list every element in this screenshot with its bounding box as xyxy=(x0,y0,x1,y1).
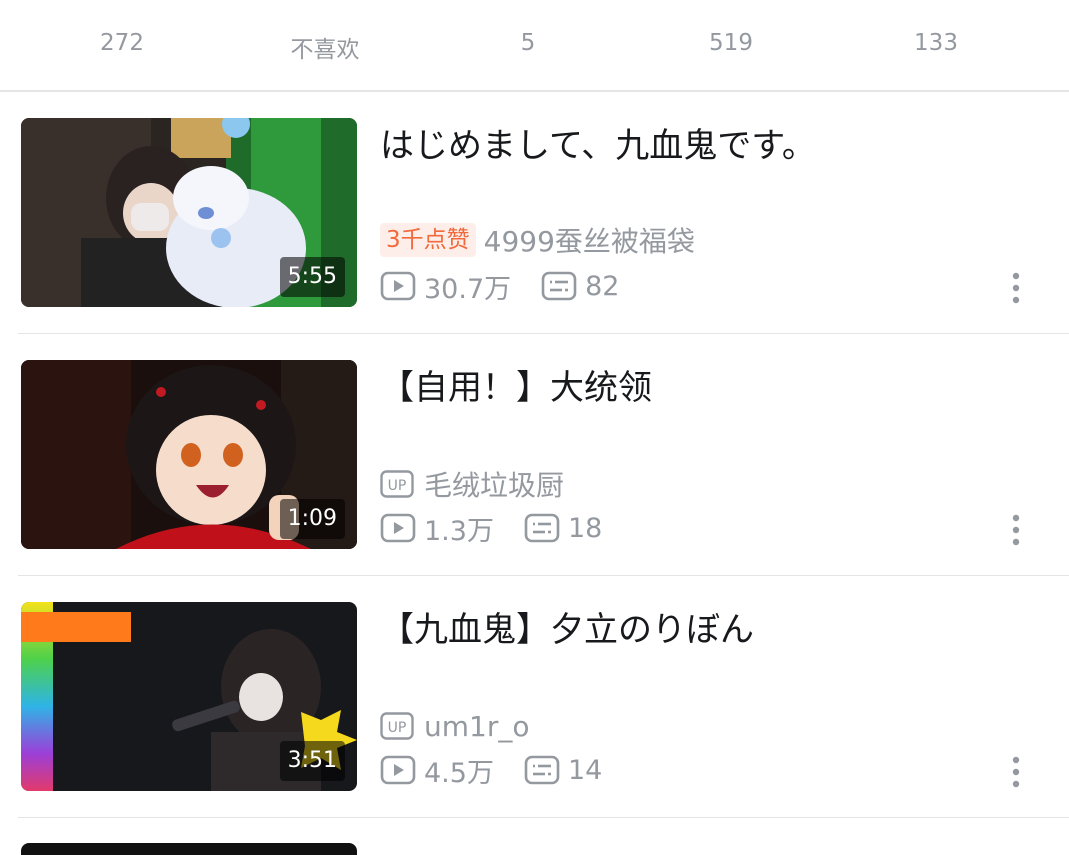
uploader-name[interactable]: 4999蚕丝被福袋 xyxy=(484,220,695,260)
favorite-button[interactable]: 519 xyxy=(651,0,811,92)
stats-row: 4.5万 14 xyxy=(380,752,632,789)
stats-row: 30.7万 82 xyxy=(380,268,649,305)
video-thumbnail[interactable]: 1:09 xyxy=(21,360,357,549)
video-thumbnail[interactable] xyxy=(21,843,357,855)
video-thumbnail[interactable]: 3:51 xyxy=(21,602,357,791)
danmaku-icon xyxy=(524,755,560,785)
video-title[interactable]: 【九血鬼】夕立のりぼん xyxy=(380,608,1020,652)
coin-button[interactable]: 5 xyxy=(448,0,608,92)
uploader-name[interactable]: 毛绒垃圾厨 xyxy=(424,464,564,504)
more-options-icon[interactable] xyxy=(1004,754,1028,790)
coin-count: 5 xyxy=(520,30,536,56)
up-badge-icon: UP xyxy=(380,470,414,498)
divider xyxy=(18,575,1069,576)
video-thumbnail[interactable]: 5:55 xyxy=(21,118,357,307)
video-card[interactable]: 5:55 はじめまして、九血鬼です。 3千点赞 4999蚕丝被福袋 30.7万 … xyxy=(0,118,1069,360)
danmaku-icon xyxy=(524,513,560,543)
more-options-icon[interactable] xyxy=(1004,270,1028,306)
video-title[interactable]: 【自用！】大统领 xyxy=(380,366,1020,410)
favorite-icon xyxy=(707,0,755,12)
video-title[interactable]: はじめまして、九血鬼です。 xyxy=(380,124,1020,168)
up-badge-label: UP xyxy=(388,478,407,494)
share-count: 133 xyxy=(914,30,958,56)
uploader-name[interactable]: um1r_o xyxy=(424,710,529,743)
danmaku-count: 82 xyxy=(585,270,620,302)
share-button[interactable]: 133 xyxy=(856,0,1016,92)
danmaku-count: 18 xyxy=(567,512,603,544)
play-count-icon xyxy=(380,513,416,543)
divider xyxy=(0,90,1069,92)
more-options-icon[interactable] xyxy=(1004,512,1028,548)
video-action-bar: 272 不喜欢 5 519 133 xyxy=(0,0,1069,92)
danmaku-count: 14 xyxy=(567,754,603,786)
play-count-icon xyxy=(380,271,416,301)
play-count-icon xyxy=(380,755,416,785)
dislike-button[interactable]: 不喜欢 xyxy=(245,0,405,92)
view-count: 30.7万 xyxy=(424,273,512,305)
favorite-count: 519 xyxy=(709,30,753,56)
up-badge-icon: UP xyxy=(380,712,414,740)
share-icon xyxy=(912,0,960,12)
danmaku-icon xyxy=(541,271,577,301)
up-badge-label: UP xyxy=(388,720,407,736)
view-count: 1.3万 xyxy=(424,515,494,547)
view-count: 4.5万 xyxy=(424,757,494,789)
stats-row: 1.3万 18 xyxy=(380,510,632,547)
video-duration: 3:51 xyxy=(279,741,345,781)
like-icon xyxy=(98,0,146,12)
dislike-label: 不喜欢 xyxy=(290,37,360,63)
video-duration: 5:55 xyxy=(279,257,345,297)
divider xyxy=(18,333,1069,334)
video-duration: 1:09 xyxy=(279,499,345,539)
uploader-row: UP 毛绒垃圾厨 xyxy=(380,466,564,502)
uploader-row: 3千点赞 4999蚕丝被福袋 xyxy=(380,222,695,258)
like-button[interactable]: 272 xyxy=(42,0,202,92)
likes-badge: 3千点赞 xyxy=(380,223,476,257)
divider xyxy=(18,817,1069,818)
video-card[interactable]: 1:09 【自用！】大统领 UP 毛绒垃圾厨 1.3万 18 xyxy=(0,360,1069,602)
coin-icon xyxy=(504,0,552,12)
dislike-icon xyxy=(301,0,349,12)
uploader-row: UP um1r_o xyxy=(380,708,529,744)
like-count: 272 xyxy=(100,30,144,56)
video-card[interactable]: 3:51 【九血鬼】夕立のりぼん UP um1r_o 4.5万 14 xyxy=(0,602,1069,844)
